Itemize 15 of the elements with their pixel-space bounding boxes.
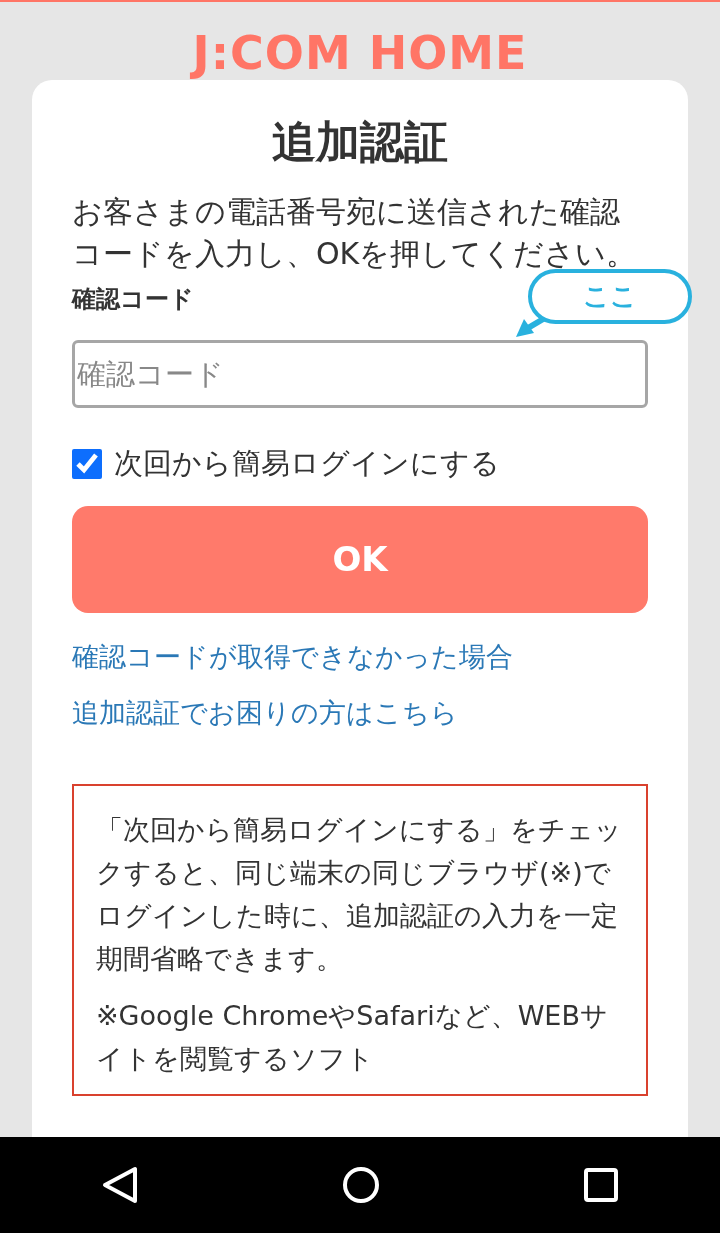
checkbox-label: 次回から簡易ログインにする (114, 445, 500, 483)
help-link[interactable]: 確認コードが取得できなかった場合 (72, 636, 513, 678)
ok-button[interactable]: OK (72, 505, 648, 613)
field-label: 確認コード (72, 284, 194, 313)
recents-icon[interactable] (584, 1168, 618, 1202)
help-link[interactable]: 追加認証でお困りの方はこちら (72, 693, 458, 734)
home-icon[interactable] (342, 1166, 380, 1204)
hint-bubble: ここ (528, 268, 692, 324)
logo: J:COM HOME (189, 25, 529, 80)
notice-text: ※Google ChromeやSafariなど、WEBサイトを閲覧するソフト (96, 998, 609, 1076)
remember-checkbox[interactable] (72, 449, 102, 480)
notice-text: 「次回から簡易ログインにする」をチェックすると、同じ端末の同じブラウザ(※)でログインした時に、追加認証の入力を一定期間省略できます。 (96, 812, 623, 976)
back-icon[interactable] (102, 1166, 138, 1204)
code-input-field[interactable]: 確認コード (72, 340, 648, 409)
page-title: 追加認証 (271, 116, 449, 169)
